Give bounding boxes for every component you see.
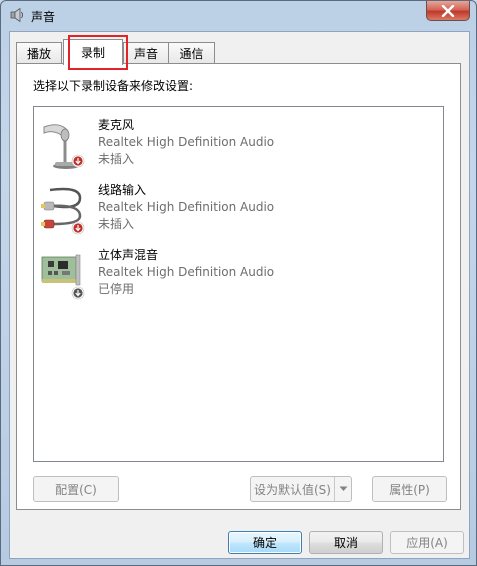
chevron-down-icon [339,486,347,491]
dialog-client-area: 播放 录制 声音 通信 选择以下录制设备来修改设置: 麦克风 Realtek H… [9,31,470,559]
device-name: 线路输入 [98,183,147,197]
speaker-icon [10,7,23,23]
device-name: 立体声混音 [98,248,159,262]
line-in-cable-icon [41,187,85,235]
apply-button[interactable]: 应用(A) [390,531,464,554]
tab-communications[interactable]: 通信 [168,42,215,63]
set-default-button[interactable]: 设为默认值(S) [250,476,352,502]
configure-button[interactable]: 配置(C) [33,476,119,502]
title-bar[interactable]: 声音 [1,1,476,31]
tab-sounds[interactable]: 声音 [123,42,169,63]
close-button[interactable] [426,1,470,21]
tab-recording[interactable]: 录制 [63,39,123,65]
list-item-line-in[interactable]: 线路输入 Realtek High Definition Audio 未插入 [34,182,443,242]
device-status: 未插入 [98,152,135,166]
set-default-label: 设为默认值(S) [254,482,331,497]
device-info: 麦克风 Realtek High Definition Audio 未插入 [98,117,274,168]
tab-strip: 播放 录制 声音 通信 [16,35,456,70]
sound-dialog: 声音 播放 录制 声音 通信 选择以下录制设备来修改设置: 麦克风 Realte… [0,0,477,566]
recording-tab-panel: 选择以下录制设备来修改设置: 麦克风 Realtek High Definiti… [16,63,461,510]
list-item-microphone[interactable]: 麦克风 Realtek High Definition Audio 未插入 [34,117,443,177]
microphone-icon [43,124,85,169]
list-item-stereo-mix[interactable]: 立体声混音 Realtek High Definition Audio 已停用 [34,247,443,307]
device-status: 未插入 [98,217,135,231]
device-description: Realtek High Definition Audio [98,200,275,214]
instruction-text: 选择以下录制设备来修改设置: [33,79,194,93]
device-status: 已停用 [98,282,135,296]
device-info: 立体声混音 Realtek High Definition Audio 已停用 [98,247,274,298]
device-info: 线路输入 Realtek High Definition Audio 未插入 [98,182,274,233]
set-default-dropdown[interactable] [334,477,351,501]
properties-button[interactable]: 属性(P) [372,476,447,502]
recording-device-list[interactable]: 麦克风 Realtek High Definition Audio 未插入 线路… [33,106,444,462]
window-title: 声音 [31,10,56,24]
device-name: 麦克风 [98,118,135,132]
device-description: Realtek High Definition Audio [98,135,275,149]
close-icon [441,4,455,17]
tab-playback[interactable]: 播放 [16,42,62,63]
device-description: Realtek High Definition Audio [98,265,275,279]
sound-card-icon [41,254,85,300]
ok-button[interactable]: 确定 [228,531,302,554]
cancel-button[interactable]: 取消 [309,531,383,554]
